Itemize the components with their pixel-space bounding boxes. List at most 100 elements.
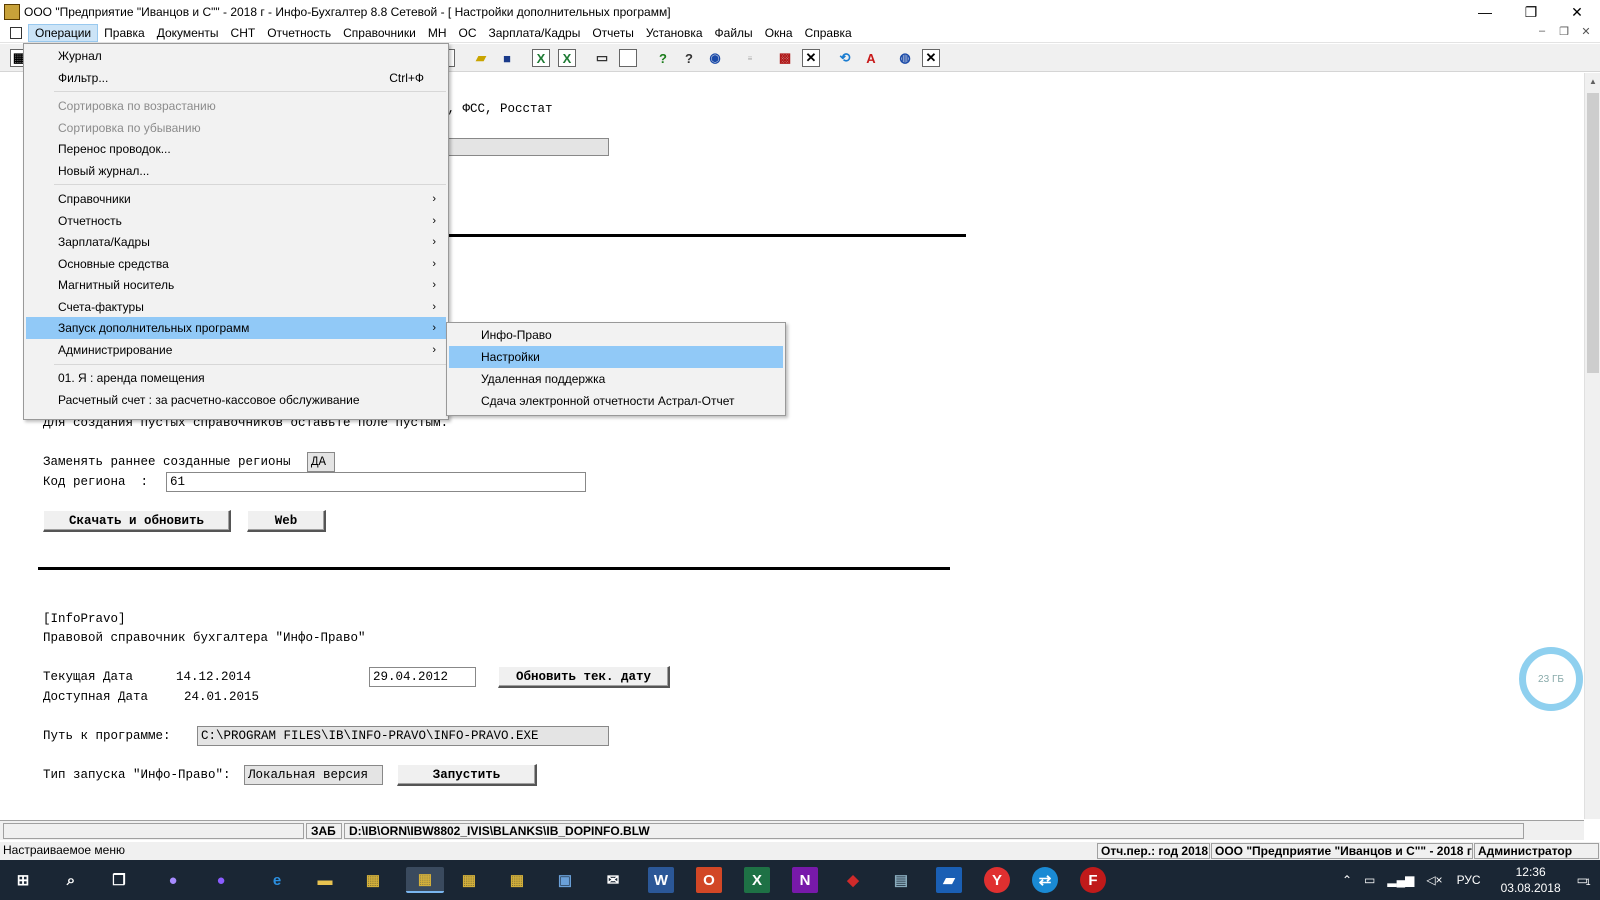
excel-taskbar-icon[interactable]: X <box>744 867 770 893</box>
current-date-field[interactable]: 29.04.2012 <box>369 667 476 687</box>
battery-icon[interactable]: ▭ <box>1364 873 1375 887</box>
menu-item-fixed-assets[interactable]: Основные средства › <box>26 253 446 275</box>
mdi-minimize-button[interactable]: – <box>1534 25 1550 38</box>
menu-files[interactable]: Файлы <box>709 24 759 42</box>
menu-item-journal[interactable]: Журнал <box>26 45 446 67</box>
menu-windows[interactable]: Окна <box>759 24 799 42</box>
menu-item-transfer-entries[interactable]: Перенос проводок... <box>26 138 446 160</box>
menu-item-magnetic-media[interactable]: Магнитный носитель › <box>26 274 446 296</box>
close-button[interactable]: ✕ <box>1554 0 1600 24</box>
help-icon[interactable]: ? <box>654 49 672 67</box>
windows-start-icon[interactable]: ⊞ <box>10 867 36 893</box>
close-x2-icon[interactable]: ✕ <box>922 49 940 67</box>
file-explorer-icon[interactable]: ▬ <box>312 867 338 893</box>
language-indicator[interactable]: РУС <box>1457 873 1481 887</box>
teamviewer-taskbar-icon[interactable]: ⇄ <box>1032 867 1058 893</box>
remote-desktop-icon[interactable]: ▣ <box>552 867 578 893</box>
menu-help[interactable]: Справка <box>799 24 858 42</box>
vertical-scrollbar[interactable]: ▲ <box>1584 73 1600 819</box>
menu-setup[interactable]: Установка <box>640 24 709 42</box>
search-icon[interactable]: ⌕ <box>58 867 84 893</box>
menu-references[interactable]: Справочники <box>337 24 422 42</box>
tray-chevron-icon[interactable]: ⌃ <box>1342 873 1352 887</box>
calc3-icon[interactable]: ▦ <box>504 867 530 893</box>
edge-icon[interactable]: e <box>264 867 290 893</box>
menu-item-label: Фильтр... <box>58 71 109 85</box>
menu-item-bank-account[interactable]: Расчетный счет : за расчетно-кассовое об… <box>26 389 446 411</box>
scroll-up-icon[interactable]: ▲ <box>1585 73 1600 89</box>
menu-payroll[interactable]: Зарплата/Кадры <box>483 24 587 42</box>
clock[interactable]: 12:36 03.08.2018 <box>1501 864 1561 896</box>
mdi-restore-button[interactable]: ❐ <box>1556 25 1572 38</box>
print-icon[interactable]: ▭ <box>593 49 611 67</box>
launch-button[interactable]: Запустить <box>397 764 537 786</box>
replace-field[interactable]: ДА <box>307 452 335 472</box>
chat-icon[interactable]: ▰ <box>936 867 962 893</box>
task-view-icon[interactable]: ❒ <box>106 867 132 893</box>
volume-icon[interactable]: ◁× <box>1426 873 1442 887</box>
notifications-icon[interactable]: ▭ 1 <box>1577 873 1591 887</box>
update-date-button[interactable]: Обновить тек. дату <box>498 666 670 688</box>
onenote-icon[interactable]: N <box>792 867 818 893</box>
menu-item-launch-programs[interactable]: Запуск дополнительных программ › <box>26 317 446 339</box>
menu-reports[interactable]: Отчеты <box>586 24 639 42</box>
menu-item-new-journal[interactable]: Новый журнал... <box>26 160 446 182</box>
filezilla-icon[interactable]: F <box>1080 867 1106 893</box>
menu-edit[interactable]: Правка <box>98 24 151 42</box>
restore-button[interactable]: ❐ <box>1508 0 1554 24</box>
region-input[interactable]: 61 <box>166 472 586 492</box>
menu-mn[interactable]: МН <box>422 24 453 42</box>
compass-icon[interactable]: ◉ <box>706 49 724 67</box>
menu-reporting[interactable]: Отчетность <box>261 24 337 42</box>
teamviewer-icon[interactable]: ⟲ <box>836 49 854 67</box>
menu-item-rent[interactable]: 01. Я : аренда помещения <box>26 367 446 389</box>
submenu-item-infopravo[interactable]: Инфо-Право <box>449 324 783 346</box>
menu-item-filter[interactable]: Фильтр... Ctrl+Ф <box>26 67 446 89</box>
alice-icon[interactable]: ● <box>208 867 234 893</box>
open-folder-icon[interactable]: ▰ <box>472 49 490 67</box>
submenu-item-astral-report[interactable]: Сдача электронной отчетности Астрал-Отче… <box>449 390 783 412</box>
excel-export-icon[interactable]: X <box>532 49 550 67</box>
calc2-icon[interactable]: ▦ <box>456 867 482 893</box>
astral-icon[interactable]: A <box>862 49 880 67</box>
menu-documents[interactable]: Документы <box>151 24 225 42</box>
ib-app-icon[interactable]: ▦ <box>406 867 444 893</box>
save-icon[interactable]: ■ <box>498 49 516 67</box>
disk-space-widget[interactable]: 23 ГБ <box>1519 647 1583 711</box>
excel-icon[interactable]: X <box>558 49 576 67</box>
web-button[interactable]: Web <box>247 510 326 532</box>
calc-icon[interactable]: ▩ <box>776 49 794 67</box>
path-field[interactable]: C:\PROGRAM FILES\IB\INFO-PRAVO\INFO-PRAV… <box>197 726 609 746</box>
menu-operations[interactable]: Операции <box>28 23 99 42</box>
network-icon[interactable]: ▂▄▆ <box>1387 873 1414 887</box>
mdi-close-button[interactable]: ✕ <box>1578 25 1594 38</box>
calc-app-icon[interactable]: ▦ <box>360 867 386 893</box>
menu-item-reporting[interactable]: Отчетность › <box>26 210 446 232</box>
minimize-button[interactable]: — <box>1462 0 1508 24</box>
launch-type-field[interactable]: Локальная версия <box>244 765 383 785</box>
menu-item-payroll[interactable]: Зарплата/Кадры › <box>26 231 446 253</box>
scroll-thumb[interactable] <box>1587 93 1599 373</box>
cortana-icon[interactable]: ● <box>160 867 186 893</box>
document-system-icon[interactable] <box>10 26 22 39</box>
menu-os[interactable]: ОС <box>453 24 483 42</box>
yandex-icon[interactable]: Y <box>984 867 1010 893</box>
hidden-field[interactable] <box>440 138 609 156</box>
context-help-icon[interactable]: ? <box>680 49 698 67</box>
submenu-arrow-icon: › <box>432 258 436 270</box>
menu-item-administration[interactable]: Администрирование › <box>26 339 446 361</box>
preview-icon[interactable] <box>619 49 637 67</box>
download-update-button[interactable]: Скачать и обновить <box>43 510 231 532</box>
close-x-icon[interactable]: ✕ <box>802 49 820 67</box>
menu-item-invoices[interactable]: Счета-фактуры › <box>26 296 446 318</box>
menu-item-references[interactable]: Справочники › <box>26 188 446 210</box>
submenu-item-remote-support[interactable]: Удаленная поддержка <box>449 368 783 390</box>
word-icon[interactable]: W <box>648 867 674 893</box>
desktop-icon[interactable]: ▤ <box>888 867 914 893</box>
menu-snt[interactable]: СНТ <box>225 24 262 42</box>
submenu-item-settings[interactable]: Настройки <box>449 346 783 368</box>
globe-icon[interactable]: ◍ <box>896 49 914 67</box>
outlook-icon[interactable]: O <box>696 867 722 893</box>
astral-taskbar-icon[interactable]: ◆ <box>840 867 866 893</box>
mail-icon[interactable]: ✉ <box>600 867 626 893</box>
